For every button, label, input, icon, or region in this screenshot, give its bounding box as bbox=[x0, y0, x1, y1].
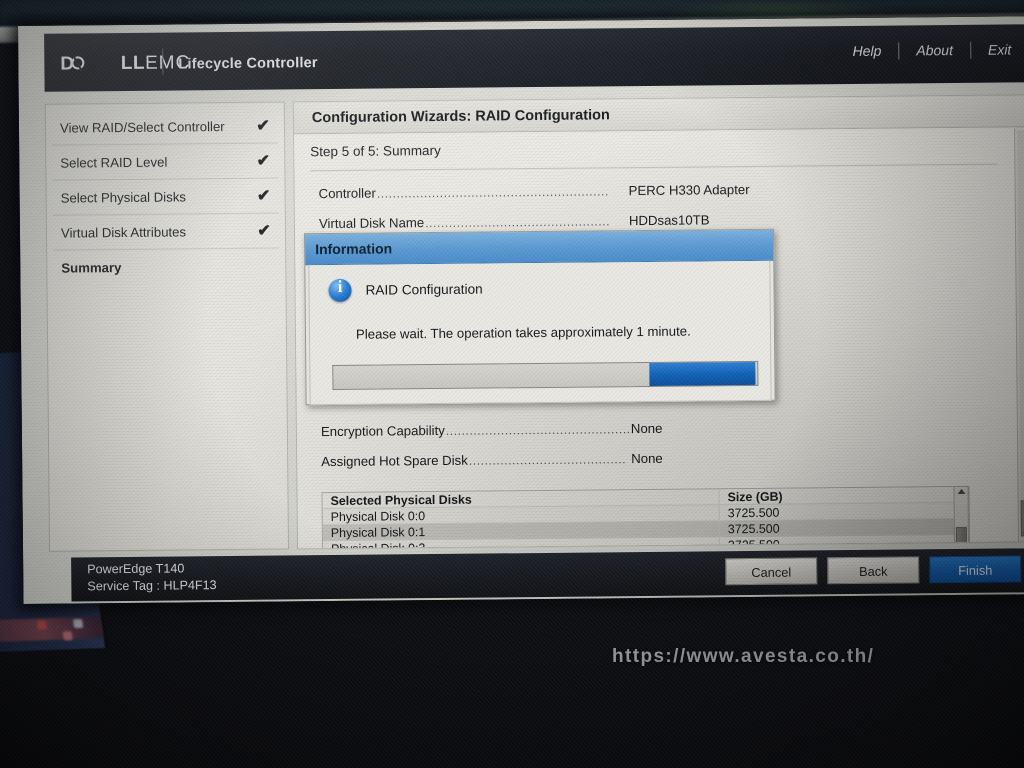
check-icon: ✔ bbox=[256, 117, 270, 135]
cancel-button[interactable]: Cancel bbox=[725, 557, 818, 586]
sidebar-item-summary[interactable]: Summary bbox=[53, 249, 279, 285]
summary-value: HDDsas10TB bbox=[628, 212, 710, 229]
photo-scene: DLLLLEMC Lifecycle Controller Help About… bbox=[0, 0, 1024, 768]
summary-row-controller: Controller .............................… bbox=[319, 180, 999, 209]
scroll-up-arrow-icon[interactable] bbox=[956, 488, 966, 495]
sidebar-item-label: Select RAID Level bbox=[60, 154, 168, 171]
laptop-taskbar-icon bbox=[62, 631, 73, 641]
scrollbar-thumb[interactable] bbox=[955, 526, 968, 550]
header-links: Help About Exit bbox=[835, 38, 1024, 62]
leader-dots: ........................................… bbox=[425, 214, 612, 231]
summary-value: None bbox=[630, 420, 663, 437]
disk-size-cell: 3725.500 bbox=[718, 519, 969, 536]
sidebar-item-label: Summary bbox=[61, 259, 122, 276]
about-link[interactable]: About bbox=[899, 39, 970, 62]
check-icon: ✔ bbox=[256, 187, 271, 205]
dialog-titlebar: Information bbox=[305, 229, 774, 266]
disk-size-cell: 3725.500 bbox=[718, 503, 969, 520]
dell-wordmark-ll: LL bbox=[120, 52, 146, 75]
dialog-title: Information bbox=[315, 240, 393, 258]
leader-dots: ........................................… bbox=[445, 422, 634, 438]
column-header-size-gb: Size (GB) bbox=[718, 487, 969, 504]
help-link[interactable]: Help bbox=[835, 40, 898, 63]
laptop-taskbar-icon bbox=[36, 620, 48, 630]
app-footer: PowerEdge T140 Service Tag : HLP4F13 Can… bbox=[71, 548, 1024, 602]
sidebar-item-view-raid-select-controller[interactable]: View RAID/Select Controller ✔ bbox=[51, 108, 279, 146]
summary-label: Controller bbox=[318, 185, 376, 202]
sidebar-item-label: View RAID/Select Controller bbox=[59, 118, 225, 136]
summary-row-assigned-hot-spare-disk: Assigned Hot Spare Disk ................… bbox=[321, 448, 1001, 477]
dialog-heading: RAID Configuration bbox=[365, 281, 483, 298]
server-model: PowerEdge T140 bbox=[87, 561, 185, 577]
service-tag: Service Tag : HLP4F13 bbox=[87, 578, 217, 594]
app-title: Lifecycle Controller bbox=[178, 55, 318, 73]
information-dialog: Information RAID Configuration Please wa… bbox=[304, 228, 776, 406]
summary-label: Assigned Hot Spare Disk bbox=[321, 452, 468, 470]
scrollbar-track[interactable] bbox=[1017, 130, 1024, 529]
summary-value: None bbox=[631, 450, 663, 467]
leader-dots: ........................................… bbox=[468, 452, 627, 468]
exit-link[interactable]: Exit bbox=[971, 38, 1024, 61]
selected-physical-disks-table: Selected Physical Disks Size (GB) Physic… bbox=[321, 485, 971, 550]
scrollbar-thumb[interactable] bbox=[1020, 500, 1024, 537]
summary-label: Virtual Disk Name bbox=[318, 215, 425, 232]
table-scrollbar[interactable] bbox=[953, 485, 970, 550]
monitor-screen: DLLLLEMC Lifecycle Controller Help About… bbox=[18, 16, 1024, 604]
sidebar-item-virtual-disk-attributes[interactable]: Virtual Disk Attributes ✔ bbox=[52, 213, 280, 251]
dialog-message: Please wait. The operation takes approxi… bbox=[355, 323, 691, 342]
app-header: DLLLLEMC Lifecycle Controller Help About… bbox=[44, 24, 1024, 92]
progress-bar-chunk bbox=[649, 361, 756, 386]
summary-value: PERC H330 Adapter bbox=[628, 181, 750, 199]
laptop-taskbar-icon bbox=[72, 618, 84, 629]
finish-button[interactable]: Finish bbox=[929, 555, 1022, 584]
divider bbox=[310, 163, 999, 172]
laptop-taskbar bbox=[0, 616, 104, 644]
sidebar-item-select-physical-disks[interactable]: Select Physical Disks ✔ bbox=[52, 178, 279, 216]
sidebar-item-label: Select Physical Disks bbox=[60, 188, 187, 206]
check-icon: ✔ bbox=[256, 152, 271, 170]
summary-label: Encryption Capability bbox=[320, 422, 445, 440]
footer-buttons: Cancel Back Finish bbox=[725, 555, 1022, 586]
check-icon: ✔ bbox=[257, 222, 271, 240]
watermark-url: https://www.avesta.co.th/ bbox=[612, 646, 875, 667]
sidebar-item-select-raid-level[interactable]: Select RAID Level ✔ bbox=[52, 143, 279, 181]
disk-size-cell: 3725.500 bbox=[718, 535, 970, 550]
leader-dots: ........................................… bbox=[376, 184, 609, 201]
lifecycle-controller-app: DLLLLEMC Lifecycle Controller Help About… bbox=[18, 16, 1024, 604]
monitor-screen-region: DLLLLEMC Lifecycle Controller Help About… bbox=[11, 10, 1024, 613]
progress-bar bbox=[332, 360, 759, 390]
step-indicator: Step 5 of 5: Summary bbox=[310, 142, 441, 160]
sidebar-item-label: Virtual Disk Attributes bbox=[60, 223, 187, 241]
summary-row-encryption-capability: Encryption Capability ..................… bbox=[321, 418, 1001, 447]
dialog-body: RAID Configuration Please wait. The oper… bbox=[308, 260, 772, 406]
wizard-step-sidebar: View RAID/Select Controller ✔ Select RAI… bbox=[44, 101, 290, 552]
info-icon bbox=[328, 278, 352, 303]
back-button[interactable]: Back bbox=[827, 556, 920, 585]
